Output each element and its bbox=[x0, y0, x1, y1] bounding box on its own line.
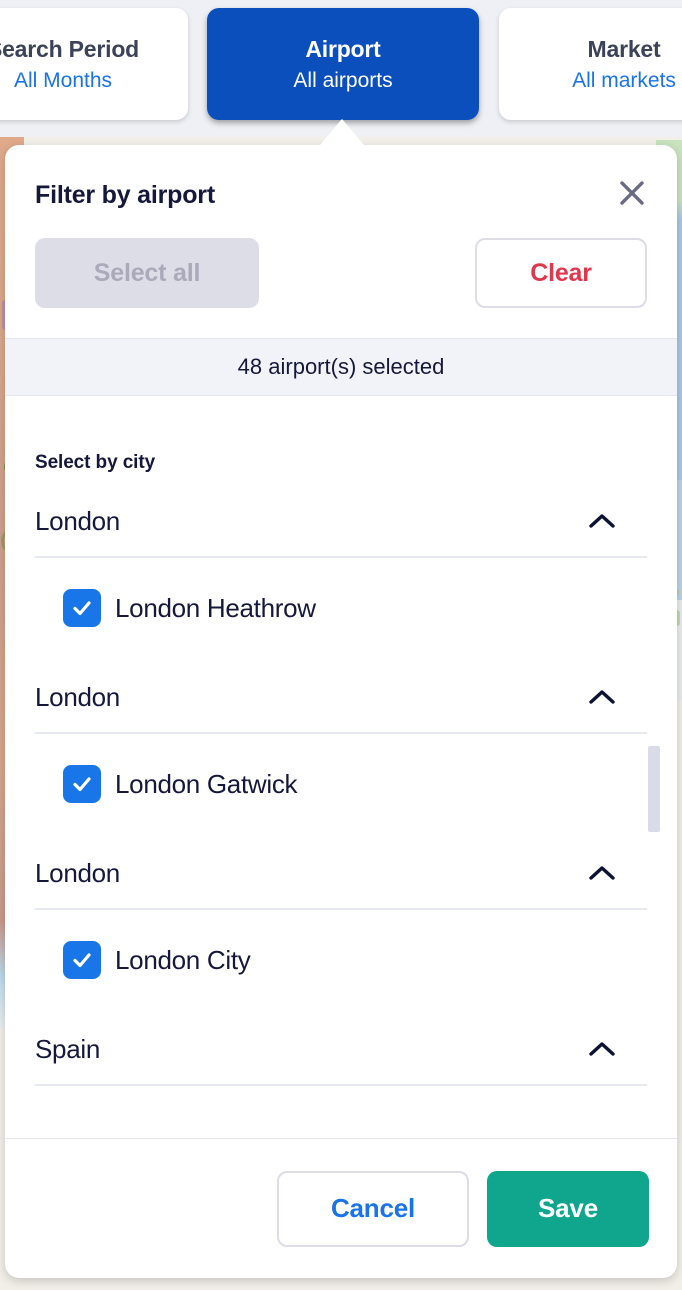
selected-count-bar: 48 airport(s) selected bbox=[5, 338, 677, 396]
city-group: Spain bbox=[35, 1010, 647, 1086]
airport-row[interactable]: London Gatwick bbox=[35, 734, 647, 834]
airport-checkbox-checked[interactable] bbox=[63, 765, 101, 803]
airport-row[interactable]: London Heathrow bbox=[35, 558, 647, 658]
city-header-row[interactable]: London bbox=[35, 662, 647, 734]
chevron-up-icon[interactable] bbox=[587, 864, 617, 882]
tab-title: Market bbox=[587, 35, 661, 62]
panel-header: Filter by airport bbox=[5, 145, 677, 210]
panel-actions: Select all Clear bbox=[5, 210, 677, 338]
city-header-row[interactable]: London bbox=[35, 838, 647, 910]
city-group: London London Gatwick bbox=[35, 658, 647, 834]
city-name: London bbox=[35, 681, 120, 712]
city-group: London London Heathrow bbox=[35, 482, 647, 658]
close-icon[interactable] bbox=[611, 172, 653, 214]
tab-value: All airports bbox=[293, 68, 393, 92]
tab-search-period[interactable]: Search Period All Months bbox=[0, 8, 188, 120]
airport-filter-panel: Filter by airport Select all Clear 48 ai… bbox=[5, 145, 677, 1278]
chevron-up-icon[interactable] bbox=[587, 688, 617, 706]
clear-button[interactable]: Clear bbox=[475, 238, 647, 308]
city-list-scroll-area[interactable]: Select by city London London Heathrow Lo… bbox=[5, 396, 677, 1138]
selected-count-text: 48 airport(s) selected bbox=[237, 354, 445, 379]
select-all-button[interactable]: Select all bbox=[35, 238, 259, 308]
filter-tab-bar: Search Period All Months Airport All air… bbox=[0, 0, 682, 137]
city-name: London bbox=[35, 857, 120, 888]
screen: Search Period All Months Airport All air… bbox=[0, 0, 682, 1290]
tab-value: All markets bbox=[572, 68, 676, 92]
tab-value: All Months bbox=[13, 68, 113, 92]
tab-title: Search Period bbox=[0, 35, 140, 62]
airport-checkbox-checked[interactable] bbox=[63, 589, 101, 627]
chevron-up-icon[interactable] bbox=[587, 1040, 617, 1058]
cancel-button[interactable]: Cancel bbox=[277, 1170, 469, 1247]
list-scrollbar-thumb[interactable] bbox=[648, 746, 660, 832]
save-button[interactable]: Save bbox=[487, 1170, 649, 1247]
airport-checkbox-checked[interactable] bbox=[63, 941, 101, 979]
tab-market[interactable]: Market All markets bbox=[499, 8, 682, 120]
panel-title: Filter by airport bbox=[35, 181, 215, 209]
panel-footer: Cancel Save bbox=[5, 1138, 677, 1278]
select-by-city-label: Select by city bbox=[35, 452, 156, 473]
airport-name: London Gatwick bbox=[115, 768, 298, 799]
airport-name: London City bbox=[115, 944, 251, 975]
chevron-up-icon[interactable] bbox=[587, 512, 617, 530]
city-header-row[interactable]: Spain bbox=[35, 1014, 647, 1086]
city-name: London bbox=[35, 505, 120, 536]
city-name: Spain bbox=[35, 1033, 100, 1064]
tab-title: Airport bbox=[305, 35, 381, 62]
city-group: London London City bbox=[35, 834, 647, 1010]
airport-row[interactable]: London City bbox=[35, 910, 647, 1010]
city-header-row[interactable]: London bbox=[35, 486, 647, 558]
airport-name: London Heathrow bbox=[115, 592, 316, 623]
tab-airport[interactable]: Airport All airports bbox=[207, 8, 479, 120]
